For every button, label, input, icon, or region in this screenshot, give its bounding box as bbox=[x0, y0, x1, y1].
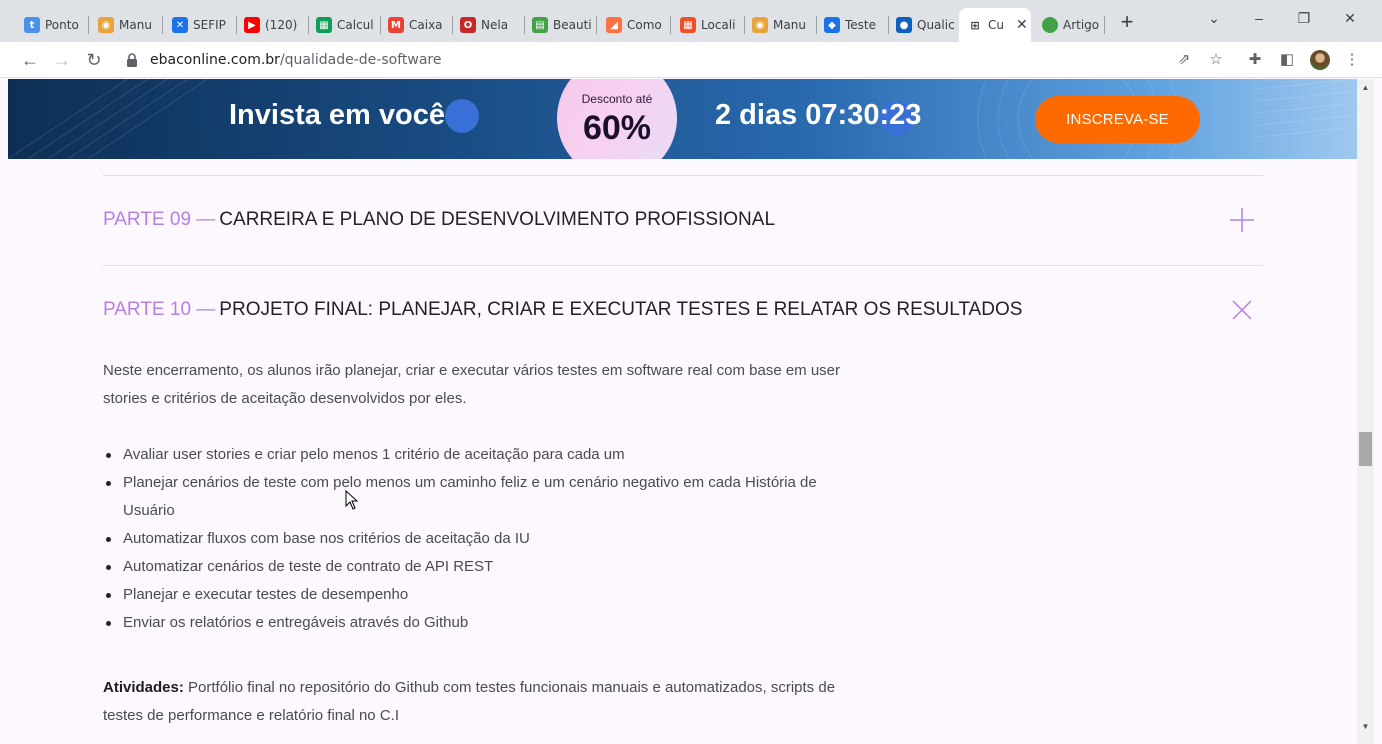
mouse-cursor-icon bbox=[345, 490, 359, 510]
eye-icon: ◉ bbox=[752, 17, 768, 33]
tab-item[interactable]: O Nela bbox=[452, 8, 522, 42]
youtube-icon: ▶ bbox=[244, 17, 260, 33]
forward-button[interactable]: → bbox=[51, 49, 73, 71]
subscribe-button[interactable]: INSCREVA-SE bbox=[1035, 96, 1200, 143]
windows-icon: ▦ bbox=[680, 17, 696, 33]
discount-value: 60% bbox=[582, 109, 652, 147]
grid-icon: ▦ bbox=[316, 17, 332, 33]
tab-separator bbox=[162, 16, 163, 34]
address-bar[interactable]: ebaconline.com.br/qualidade-de-software bbox=[114, 46, 1250, 74]
tab-item[interactable]: ▶ (120) bbox=[236, 8, 306, 42]
chart-icon: ▤ bbox=[532, 17, 548, 33]
new-tab-button[interactable]: + bbox=[1116, 11, 1138, 34]
share-icon[interactable]: ⇗ bbox=[1175, 51, 1193, 69]
tab-item[interactable]: ◢ Como bbox=[598, 8, 668, 42]
close-icon[interactable]: ✕ bbox=[1016, 17, 1028, 33]
list-item: Automatizar fluxos com base nos critério… bbox=[103, 525, 843, 553]
lock-icon bbox=[126, 53, 140, 67]
tab-separator bbox=[88, 16, 89, 34]
diamond-icon: ◆ bbox=[824, 17, 840, 33]
browser-toolbar: ← → ↻ ebaconline.com.br/qualidade-de-sof… bbox=[0, 42, 1382, 78]
tab-separator bbox=[1104, 16, 1105, 34]
tab-separator bbox=[670, 16, 671, 34]
close-icon[interactable] bbox=[1229, 297, 1255, 323]
list-item: Planejar cenários de teste com pelo meno… bbox=[103, 469, 843, 525]
list-item: Planejar e executar testes de desempenho bbox=[103, 581, 843, 609]
tab-item[interactable]: ◉ Manu bbox=[744, 8, 814, 42]
tab-item[interactable]: ▦ Calcul bbox=[308, 8, 378, 42]
accordion-header-parte-09[interactable]: PARTE 09 — CARREIRA E PLANO DE DESENVOLV… bbox=[103, 205, 1263, 235]
section-intro: Neste encerramento, os alunos irão plane… bbox=[103, 362, 841, 407]
side-panel-icon[interactable]: ◧ bbox=[1278, 51, 1296, 69]
scroll-up-icon[interactable]: ▲ bbox=[1359, 83, 1372, 92]
banner-headline: Invista em você bbox=[229, 99, 445, 131]
divider bbox=[103, 265, 1263, 266]
scroll-down-icon[interactable]: ▼ bbox=[1359, 722, 1372, 731]
tab-item[interactable]: t Ponto bbox=[16, 8, 86, 42]
bookmark-star-icon[interactable]: ☆ bbox=[1207, 51, 1225, 69]
accordion-header-parte-10[interactable]: PARTE 10 — PROJETO FINAL: PLANEJAR, CRIA… bbox=[103, 295, 1263, 325]
gmail-icon: M bbox=[388, 17, 404, 33]
qr-icon: ⊞ bbox=[970, 18, 980, 32]
activities-label: Atividades: bbox=[103, 679, 184, 696]
tab-strip: t Ponto ◉ Manu ✕ SEFIP ▶ (120) ▦ Calcul M Caixa O Nel… bbox=[0, 0, 1382, 42]
banner-circle bbox=[445, 99, 479, 133]
scrollbar-thumb[interactable] bbox=[1359, 432, 1372, 466]
tab-item[interactable]: ● Qualic bbox=[888, 8, 958, 42]
tab-item[interactable]: M Caixa bbox=[380, 8, 450, 42]
minimize-button[interactable]: – bbox=[1249, 10, 1269, 26]
back-button[interactable]: ← bbox=[19, 49, 41, 71]
restore-button[interactable]: ❐ bbox=[1294, 10, 1314, 27]
tab-active[interactable]: ⊞ Cu ✕ bbox=[959, 8, 1031, 42]
activities-text: Portfólio final no repositório do Github… bbox=[103, 679, 836, 724]
extensions-icon[interactable]: ✚ bbox=[1246, 51, 1264, 69]
menu-icon[interactable]: ⋮ bbox=[1343, 51, 1361, 69]
list-item: Enviar os relatórios e entregáveis atrav… bbox=[103, 609, 843, 637]
page-viewport: Invista em você Desconto até 60% 2 dias … bbox=[8, 79, 1357, 744]
list-item: Avaliar user stories e criar pelo menos … bbox=[103, 441, 843, 469]
globe-icon bbox=[1042, 17, 1058, 33]
plus-icon[interactable] bbox=[1229, 207, 1255, 233]
tab-item[interactable]: ◉ Manu bbox=[90, 8, 160, 42]
avatar[interactable] bbox=[1310, 50, 1330, 70]
divider bbox=[103, 175, 1263, 176]
tab-item[interactable]: ▦ Locali bbox=[672, 8, 742, 42]
tab-item[interactable]: Artigo bbox=[1034, 8, 1102, 42]
pen-icon: ◢ bbox=[606, 17, 622, 33]
countdown-timer: 2 dias 07:30:23 bbox=[715, 99, 922, 131]
tab-search-icon[interactable]: ⌄ bbox=[1204, 10, 1224, 27]
drop-icon: ● bbox=[896, 17, 912, 33]
list-item: Automatizar cenários de teste de contrat… bbox=[103, 553, 843, 581]
scrollbar[interactable] bbox=[1357, 79, 1374, 744]
butterfly-icon: ✕ bbox=[172, 17, 188, 33]
tab-item[interactable]: ◆ Teste bbox=[816, 8, 886, 42]
tab-item[interactable]: ✕ SEFIP bbox=[164, 8, 234, 42]
tab-item[interactable]: ▤ Beauti bbox=[524, 8, 594, 42]
opera-icon: O bbox=[460, 17, 476, 33]
tab-separator bbox=[596, 16, 597, 34]
discount-badge: Desconto até 60% bbox=[557, 79, 677, 159]
t-icon: t bbox=[24, 17, 40, 33]
close-window-button[interactable]: ✕ bbox=[1340, 10, 1360, 27]
topic-list: Avaliar user stories e criar pelo menos … bbox=[103, 441, 843, 637]
url-text: ebaconline.com.br/qualidade-de-software bbox=[150, 52, 442, 68]
promo-banner: Invista em você Desconto até 60% 2 dias … bbox=[8, 79, 1357, 159]
discount-label: Desconto até bbox=[581, 92, 653, 106]
reload-button[interactable]: ↻ bbox=[83, 49, 105, 71]
eye-icon: ◉ bbox=[98, 17, 114, 33]
activities-paragraph: Atividades: Portfólio final no repositór… bbox=[103, 674, 863, 730]
